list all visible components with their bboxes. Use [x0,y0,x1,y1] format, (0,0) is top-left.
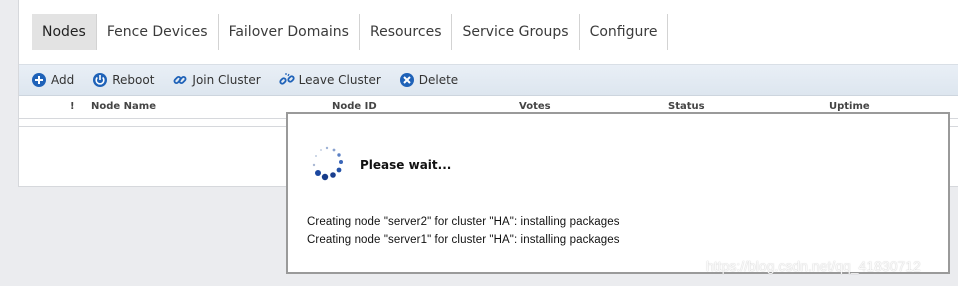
tab-resources[interactable]: Resources [360,14,453,50]
watermark: https://blog.csdn.net/qq_41830712 [706,258,921,274]
tab-failover-domains[interactable]: Failover Domains [219,14,360,50]
dialog-message-line: Creating node "server1" for cluster "HA"… [307,234,620,246]
column-uptime[interactable]: Uptime [829,101,870,112]
plus-circle-icon [31,72,47,88]
reboot-label: Reboot [112,73,155,87]
column-node-name[interactable]: Node Name [91,101,156,112]
join-cluster-label: Join Cluster [192,73,261,87]
leave-cluster-button[interactable]: Leave Cluster [279,72,381,88]
x-circle-icon [399,72,415,88]
join-cluster-button[interactable]: Join Cluster [172,72,261,88]
please-wait-dialog: Please wait... Creating node "server2" f… [286,112,950,274]
delete-label: Delete [418,73,459,87]
column-votes[interactable]: Votes [519,101,551,112]
dialog-message-line: Creating node "server2" for cluster "HA"… [307,216,620,228]
toolbar: Add Reboot Join Cluster Leave Cluster De… [19,64,958,96]
reboot-button[interactable]: Reboot [92,72,154,88]
power-icon [92,72,108,88]
delete-button[interactable]: Delete [399,72,458,88]
column-node-id[interactable]: Node ID [332,101,377,112]
link-icon [172,72,188,88]
tab-bar: Nodes Fence Devices Failover Domains Res… [32,14,669,50]
tab-fence-devices[interactable]: Fence Devices [97,14,219,50]
column-flag[interactable]: ! [70,101,75,112]
tab-service-groups[interactable]: Service Groups [452,14,580,50]
loading-spinner-icon [308,144,346,188]
tab-nodes[interactable]: Nodes [32,14,97,50]
dialog-title: Please wait... [360,158,452,172]
add-label: Add [51,73,75,87]
leave-cluster-label: Leave Cluster [298,73,381,87]
tab-configure[interactable]: Configure [580,14,669,50]
column-status[interactable]: Status [668,101,705,112]
add-button[interactable]: Add [31,72,74,88]
broken-link-icon [279,72,295,88]
